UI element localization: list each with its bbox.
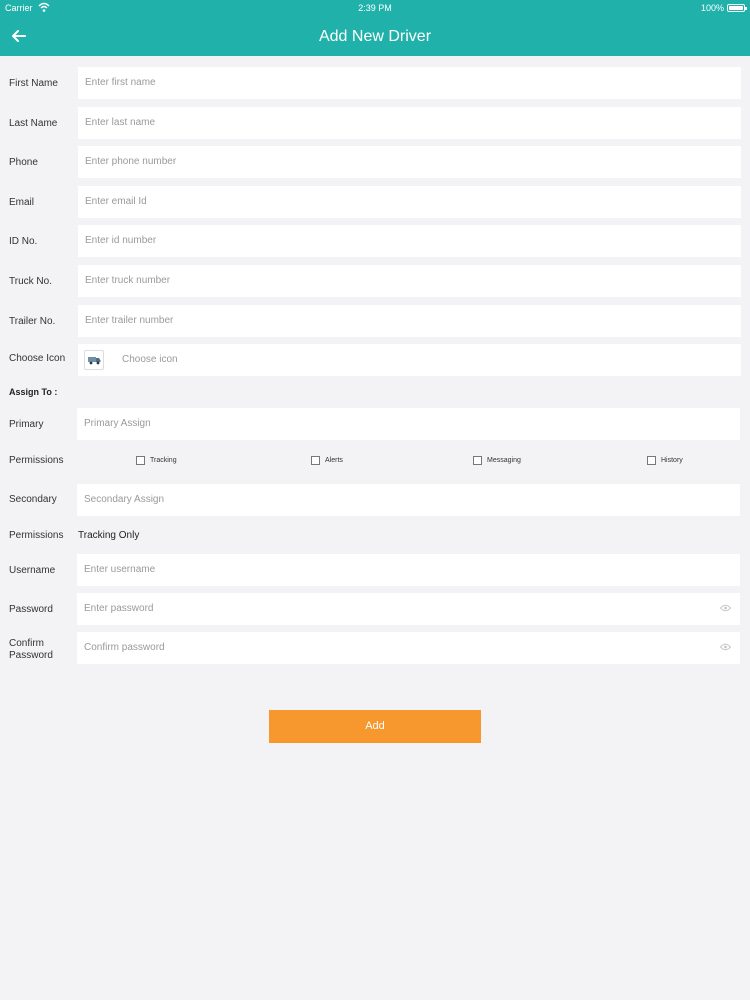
trailer-number-field[interactable]: Enter trailer number: [78, 305, 741, 337]
id-number-label: ID No.: [9, 236, 38, 247]
permission-tracking[interactable]: Tracking: [136, 456, 177, 465]
truck-number-placeholder: Enter truck number: [85, 275, 171, 286]
messaging-checkbox[interactable]: [473, 456, 482, 465]
id-number-field[interactable]: Enter id number: [78, 225, 741, 257]
secondary-label: Secondary: [9, 494, 57, 505]
email-field[interactable]: Enter email Id: [78, 186, 741, 218]
primary-assign-field[interactable]: Primary Assign: [77, 408, 740, 440]
truck-icon-preview[interactable]: [84, 350, 104, 370]
show-password-eye-icon[interactable]: [720, 604, 731, 612]
status-bar: Carrier 2:39 PM 100%: [0, 0, 750, 16]
choose-icon-placeholder: Choose icon: [122, 354, 178, 365]
truck-icon: [88, 357, 101, 365]
primary-label: Primary: [9, 419, 44, 430]
email-label: Email: [9, 197, 35, 208]
permissions-label: Permissions: [9, 455, 64, 466]
secondary-assign-field[interactable]: Secondary Assign: [77, 484, 740, 516]
battery-icon: [727, 4, 747, 12]
history-checkbox[interactable]: [647, 456, 656, 465]
first-name-placeholder: Enter first name: [85, 77, 156, 88]
secondary-permissions-value: Tracking Only: [78, 530, 140, 541]
last-name-field[interactable]: Enter last name: [78, 107, 741, 139]
username-placeholder: Enter username: [84, 564, 156, 575]
truck-number-field[interactable]: Enter truck number: [78, 265, 741, 297]
phone-placeholder: Enter phone number: [85, 156, 177, 167]
tracking-checkbox[interactable]: [136, 456, 145, 465]
last-name-placeholder: Enter last name: [85, 117, 156, 128]
assign-to-heading: Assign To :: [9, 387, 58, 397]
trailer-number-placeholder: Enter trailer number: [85, 315, 174, 326]
confirm-password-label-line1: Confirm: [9, 638, 45, 649]
username-field[interactable]: Enter username: [77, 554, 740, 586]
permission-history[interactable]: History: [647, 456, 683, 465]
show-confirm-password-eye-icon[interactable]: [720, 643, 731, 651]
add-button[interactable]: Add: [269, 710, 481, 743]
confirm-password-field[interactable]: Confirm password: [77, 632, 740, 664]
first-name-label: First Name: [9, 78, 58, 89]
first-name-field[interactable]: Enter first name: [78, 67, 741, 99]
phone-field[interactable]: Enter phone number: [78, 146, 741, 178]
primary-assign-placeholder: Primary Assign: [84, 418, 151, 429]
choose-icon-label: Choose Icon: [9, 353, 66, 364]
username-label: Username: [9, 565, 56, 576]
secondary-permissions-label: Permissions: [9, 530, 64, 541]
messaging-label: Messaging: [487, 457, 521, 464]
tracking-label: Tracking: [150, 457, 177, 464]
truck-number-label: Truck No.: [9, 276, 52, 287]
battery-percent: 100%: [700, 3, 724, 13]
permission-alerts[interactable]: Alerts: [311, 456, 343, 465]
history-label: History: [661, 457, 683, 464]
confirm-password-placeholder: Confirm password: [84, 642, 165, 653]
nav-bar: Add New Driver: [0, 16, 750, 56]
phone-label: Phone: [9, 157, 38, 168]
page-title: Add New Driver: [318, 28, 432, 45]
confirm-password-label: Confirm Password: [9, 638, 53, 662]
alerts-checkbox[interactable]: [311, 456, 320, 465]
clock: 2:39 PM: [358, 3, 392, 13]
permission-messaging[interactable]: Messaging: [473, 456, 521, 465]
password-placeholder: Enter password: [84, 603, 154, 614]
secondary-assign-placeholder: Secondary Assign: [84, 494, 165, 505]
password-field[interactable]: Enter password: [77, 593, 740, 625]
choose-icon-field[interactable]: Choose icon: [78, 344, 741, 376]
email-placeholder: Enter email Id: [85, 196, 147, 207]
confirm-password-label-line2: Password: [9, 650, 53, 661]
password-label: Password: [9, 604, 53, 615]
alerts-label: Alerts: [325, 457, 343, 464]
id-number-placeholder: Enter id number: [85, 235, 157, 246]
last-name-label: Last Name: [9, 118, 58, 129]
trailer-number-label: Trailer No.: [9, 316, 56, 327]
